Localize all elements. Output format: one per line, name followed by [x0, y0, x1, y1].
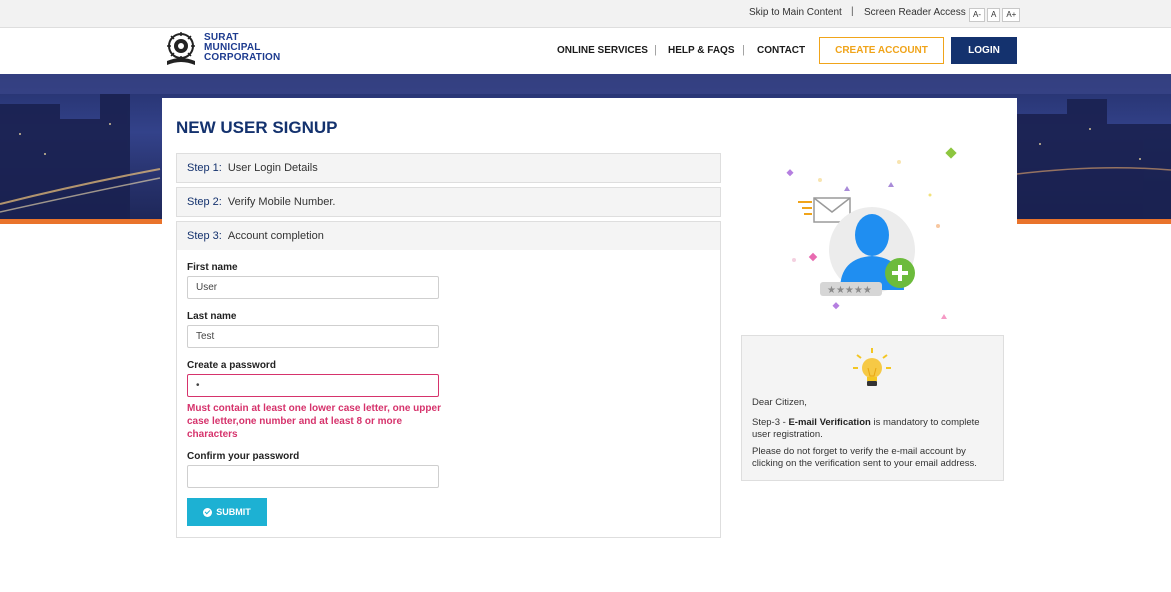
envelope-icon — [798, 197, 851, 223]
password-error-message: Must contain at least one lower case let… — [187, 403, 441, 440]
screen-reader-link[interactable]: Screen Reader Access — [864, 7, 966, 18]
font-size-controls: A- A A+ — [969, 8, 1021, 22]
info-step-prefix: Step-3 - — [752, 417, 789, 428]
step-2-number: Step 2: — [187, 196, 222, 208]
password-dots: ★★★★★ — [820, 282, 882, 296]
step-3-header[interactable]: Step 3: Account completion — [176, 221, 721, 251]
login-button[interactable]: LOGIN — [951, 37, 1017, 64]
utility-bar: Skip to Main Content | Screen Reader Acc… — [0, 0, 1171, 28]
confirm-password-label: Confirm your password — [187, 451, 300, 462]
first-name-field[interactable]: User — [187, 276, 439, 299]
skip-to-main-link[interactable]: Skip to Main Content — [749, 7, 842, 18]
smc-logo-icon[interactable] — [163, 31, 199, 69]
font-normal-button[interactable]: A — [987, 8, 1001, 22]
svg-text:★★★★★: ★★★★★ — [827, 285, 872, 296]
logo-wordmark[interactable]: SURAT MUNICIPAL CORPORATION — [204, 33, 280, 63]
new-user-illustration: ★★★★★ — [786, 147, 957, 319]
lightbulb-icon — [853, 348, 891, 386]
logo-line-3: CORPORATION — [204, 52, 281, 63]
password-field[interactable]: • — [187, 374, 439, 397]
step-2-label: Verify Mobile Number. — [227, 196, 336, 208]
nav-contact[interactable]: CONTACT — [757, 45, 805, 56]
font-decrease-button[interactable]: A- — [969, 8, 985, 22]
step-3-label: Account completion — [227, 230, 324, 242]
plus-icon — [885, 258, 915, 288]
submit-button[interactable]: SUBMIT — [187, 498, 267, 526]
info-step-bold: E-mail Verification — [788, 417, 871, 428]
check-circle-icon — [203, 507, 213, 517]
create-account-button[interactable]: CREATE ACCOUNT — [819, 37, 944, 64]
password-label: Create a password — [187, 360, 276, 371]
first-name-label: First name — [187, 262, 238, 273]
step-3-number: Step 3: — [187, 230, 222, 242]
last-name-label: Last name — [187, 311, 237, 322]
info-step-notice: Step-3 - E-mail Verification is mandator… — [752, 417, 997, 441]
step-1-label: User Login Details — [227, 162, 318, 174]
last-name-field[interactable]: Test — [187, 325, 439, 348]
nav-separator: | — [742, 44, 745, 56]
page-title: NEW USER SIGNUP — [176, 118, 338, 137]
step-1-number: Step 1: — [187, 162, 222, 174]
info-reminder: Please do not forget to verify the e-mai… — [752, 446, 977, 469]
step-2-header[interactable]: Step 2: Verify Mobile Number. — [176, 187, 721, 217]
confirm-password-field[interactable] — [187, 465, 439, 488]
nav-online-services[interactable]: ONLINE SERVICES — [557, 45, 648, 56]
font-increase-button[interactable]: A+ — [1002, 8, 1021, 22]
nav-separator: | — [654, 44, 657, 56]
submit-label: SUBMIT — [216, 507, 251, 517]
info-greeting: Dear Citizen, — [752, 397, 807, 408]
nav-help-faqs[interactable]: HELP & FAQS — [668, 45, 735, 56]
utility-separator: | — [851, 6, 854, 17]
step-1-header[interactable]: Step 1: User Login Details — [176, 153, 721, 183]
